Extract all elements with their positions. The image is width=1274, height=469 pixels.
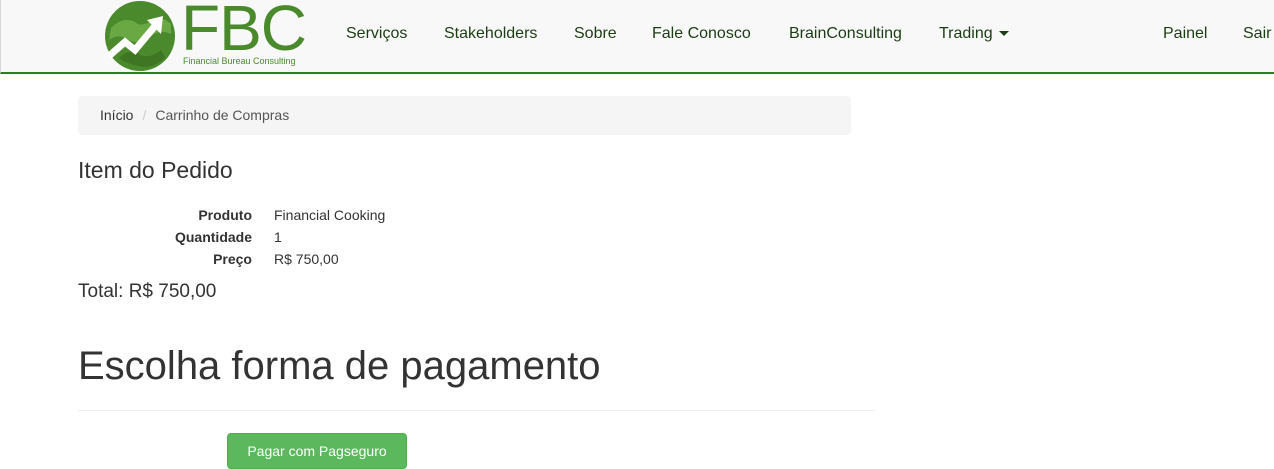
nav-item-fale-conosco[interactable]: Fale Conosco (652, 24, 751, 44)
order-item-title: Item do Pedido (78, 157, 233, 183)
nav-item-painel[interactable]: Painel (1163, 24, 1207, 44)
order-total: Total: R$ 750,00 (78, 281, 217, 302)
nav-item-servicos[interactable]: Serviços (346, 24, 407, 44)
nav-item-stakeholders[interactable]: Stakeholders (444, 24, 537, 44)
nav-item-trading-label: Trading (939, 25, 993, 42)
caret-down-icon (998, 31, 1009, 37)
breadcrumb-separator: / (142, 107, 147, 123)
order-field-label: Produto (198, 207, 252, 223)
nav-item-brainconsulting[interactable]: BrainConsulting (789, 24, 902, 44)
order-field-row: Quantidade 1 (78, 226, 578, 248)
order-field-value: 1 (274, 229, 282, 245)
order-field-row: Produto Financial Cooking (78, 204, 578, 226)
order-field-row: Preço R$ 750,00 (78, 248, 578, 270)
breadcrumb: Início / Carrinho de Compras (78, 96, 851, 135)
top-navbar: FBC Financial Bureau Consulting Serviços… (0, 0, 1274, 74)
brand-logo[interactable]: FBC Financial Bureau Consulting (101, 0, 307, 72)
order-field-label: Quantidade (174, 229, 252, 245)
nav-item-sair[interactable]: Sair (1243, 24, 1271, 44)
nav-item-sobre[interactable]: Sobre (574, 24, 617, 44)
breadcrumb-home[interactable]: Início (100, 107, 133, 123)
payment-heading: Escolha forma de pagamento (78, 344, 601, 388)
nav-item-trading[interactable]: Trading (939, 24, 1009, 44)
brand-letters: FBC (181, 0, 307, 64)
globe-with-rising-arrow-icon (105, 1, 175, 71)
order-details-list: Produto Financial Cooking Quantidade 1 Pre… (78, 204, 578, 270)
breadcrumb-current: Carrinho de Compras (155, 107, 290, 123)
pay-with-pagseguro-button[interactable]: Pagar com Pagseguro (227, 433, 407, 469)
order-field-value: R$ 750,00 (274, 251, 339, 267)
order-field-value: Financial Cooking (274, 207, 386, 223)
divider (78, 410, 875, 411)
order-field-label: Preço (213, 251, 252, 267)
brand-tagline: Financial Bureau Consulting (183, 56, 296, 66)
